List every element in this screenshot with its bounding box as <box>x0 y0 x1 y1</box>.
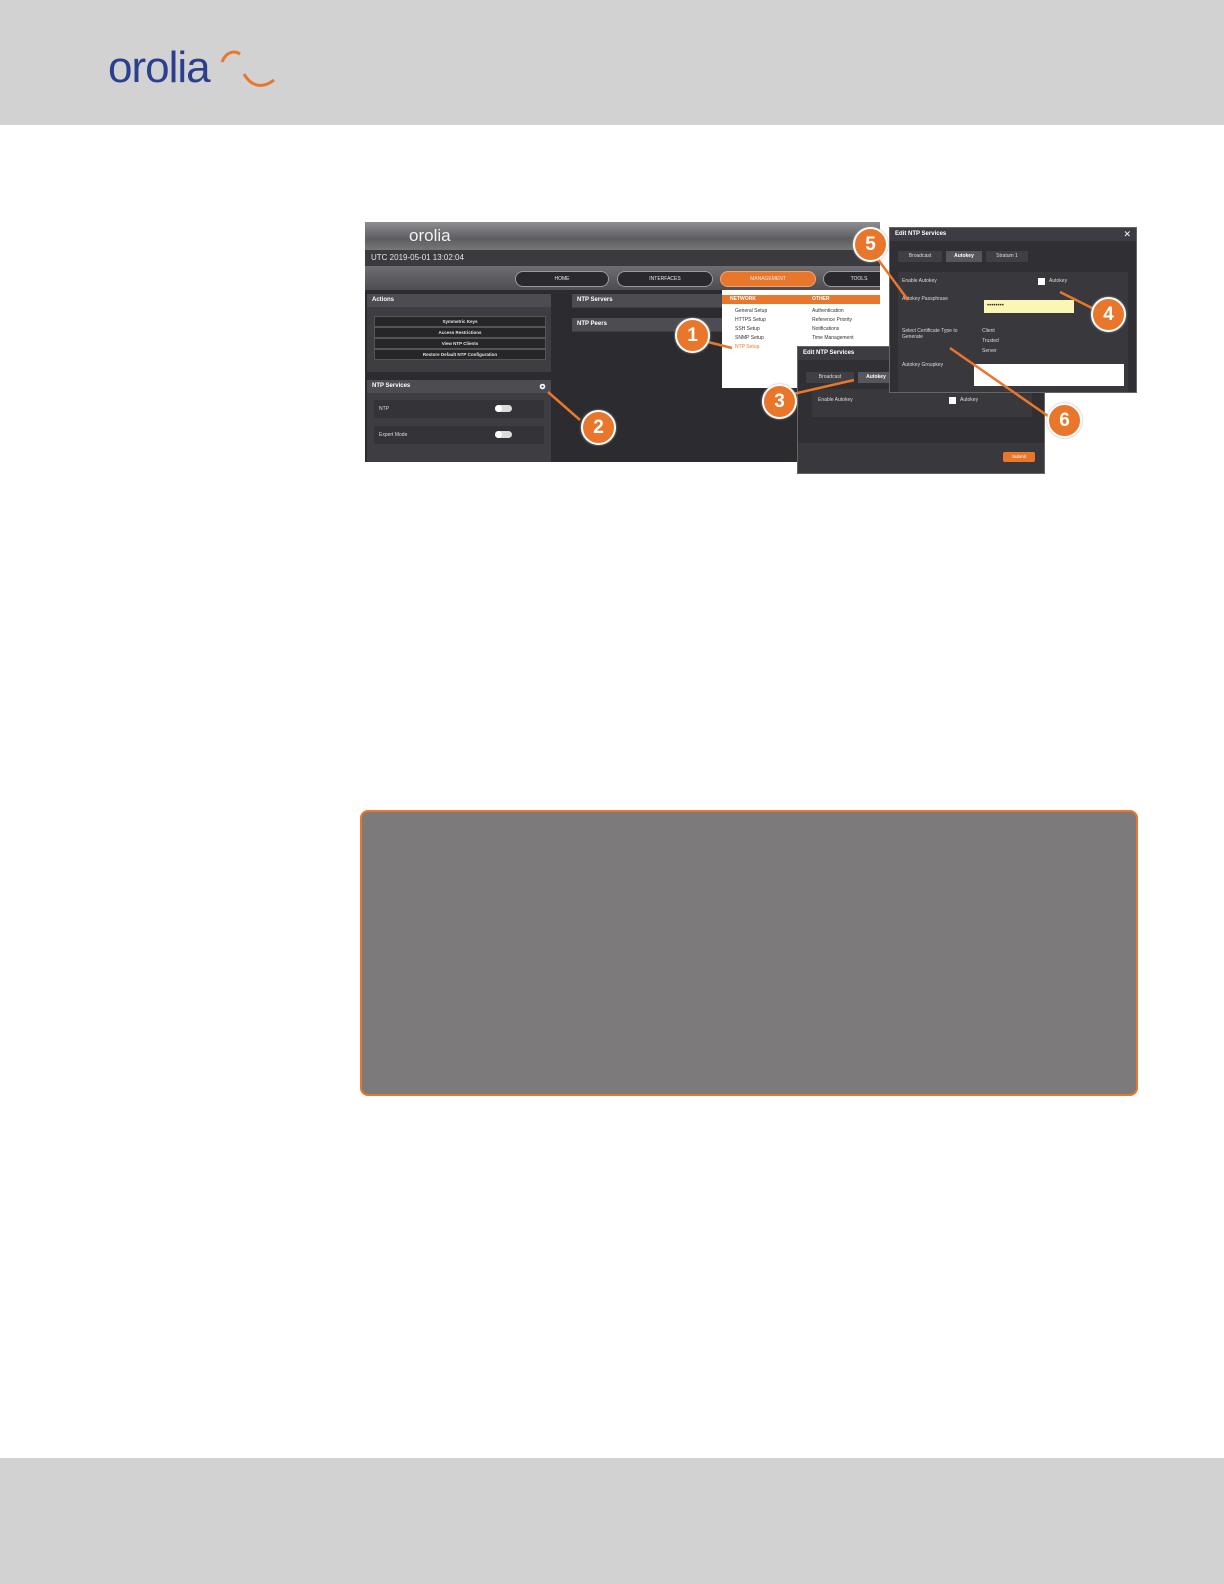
callout-6: 6 <box>1047 403 1082 438</box>
nav-management[interactable]: MANAGEMENT <box>720 271 816 287</box>
view-ntp-clients-button[interactable]: View NTP Clients <box>374 338 546 349</box>
menu-header: NETWORK OTHER <box>722 295 880 304</box>
groupkey-label: Autokey Groupkey <box>902 362 944 368</box>
tab-stratum-1[interactable]: Stratum 1 <box>986 251 1028 262</box>
note-box <box>360 810 1138 1096</box>
main-nav: HOME INTERFACES MANAGEMENT TOOLS <box>365 266 880 290</box>
autokey-checkbox-label: Autokey <box>960 397 979 403</box>
expert-mode-toggle[interactable] <box>495 431 512 438</box>
expert-mode-label: Expert Mode <box>379 432 408 438</box>
cert-type-label: Select Certificate Type to Generate <box>902 328 958 340</box>
submit-label: Submit <box>1011 454 1026 459</box>
tab-broadcast-small[interactable]: Broadcast <box>806 372 854 383</box>
logo-swoosh-icon <box>220 50 275 87</box>
ntp-service-row: NTP <box>374 400 544 418</box>
menu-time-management[interactable]: Time Management <box>812 335 854 341</box>
close-icon[interactable]: ✕ <box>1123 229 1131 240</box>
ntp-services-title: NTP Services <box>367 380 551 393</box>
nav-home[interactable]: HOME <box>515 271 609 287</box>
callout-4: 4 <box>1091 297 1126 332</box>
autokey-form: Enable Autokey Autokey Autokey Passphras… <box>898 272 1128 392</box>
actions-title: Actions <box>367 294 551 307</box>
page-footer <box>0 1458 1224 1584</box>
menu-authentication[interactable]: Authentication <box>812 308 844 314</box>
logo-text: orolia <box>108 43 211 92</box>
passphrase-input[interactable]: •••••••• <box>984 300 1074 313</box>
network-heading: NETWORK <box>730 296 756 302</box>
ntp-label: NTP <box>379 406 389 412</box>
submit-button[interactable]: Submit <box>1003 452 1035 462</box>
other-heading: OTHER <box>812 296 830 302</box>
groupkey-input[interactable] <box>974 364 1124 386</box>
page-header: orolia <box>0 0 1224 125</box>
utc-clock: UTC 2019-05-01 13:02:04 <box>365 250 880 266</box>
menu-snmp-setup[interactable]: SNMP Setup <box>735 335 764 341</box>
autokey-checkbox-checked[interactable] <box>1038 278 1045 285</box>
tab-autokey[interactable]: Autokey <box>946 251 982 262</box>
ntp-servers-panel: NTP Servers <box>572 294 732 308</box>
dialog-large-title: Edit NTP Services <box>890 228 1136 241</box>
callout-5: 5 <box>853 227 888 262</box>
nav-interfaces[interactable]: INTERFACES <box>617 271 713 287</box>
app-logo: orolia <box>409 226 451 245</box>
callout-3: 3 <box>762 384 797 419</box>
menu-ssh-setup[interactable]: SSH Setup <box>735 326 760 332</box>
enable-autokey-label: Enable Autokey <box>902 278 937 284</box>
ntp-servers-title: NTP Servers <box>572 294 732 307</box>
enable-autokey-label: Enable Autokey <box>818 397 853 403</box>
radio-client[interactable]: Client <box>982 328 995 334</box>
ntp-toggle[interactable] <box>495 405 512 412</box>
symmetric-keys-button[interactable]: Symmetric Keys <box>374 316 546 327</box>
menu-reference-priority[interactable]: Reference Priority <box>812 317 852 323</box>
menu-notifications[interactable]: Notifications <box>812 326 839 332</box>
expert-mode-row: Expert Mode <box>374 426 544 444</box>
menu-ntp-setup[interactable]: NTP Setup <box>735 344 759 350</box>
passphrase-label: Autokey Passphrase <box>902 296 948 302</box>
menu-general-setup[interactable]: General Setup <box>735 308 767 314</box>
autokey-checkbox[interactable] <box>949 397 956 404</box>
nav-tools[interactable]: TOOLS <box>823 271 880 287</box>
gear-icon[interactable] <box>539 383 546 390</box>
app-header: orolia <box>365 222 880 250</box>
restore-default-button[interactable]: Restore Default NTP Configuration <box>374 349 546 360</box>
callout-1: 1 <box>675 318 710 353</box>
callout-2: 2 <box>581 410 616 445</box>
tab-broadcast[interactable]: Broadcast <box>898 251 942 262</box>
orolia-logo: orolia <box>108 38 275 98</box>
autokey-checkbox-label: Autokey <box>1049 278 1068 284</box>
radio-trusted[interactable]: Trusted <box>982 338 999 344</box>
access-restrictions-button[interactable]: Access Restrictions <box>374 327 546 338</box>
autokey-row: Enable Autokey Autokey <box>812 389 1032 417</box>
actions-panel: Actions Symmetric Keys Access Restrictio… <box>367 294 551 372</box>
radio-server[interactable]: Server <box>982 348 997 354</box>
menu-https-setup[interactable]: HTTPS Setup <box>735 317 766 323</box>
ntp-services-panel: NTP Services NTP Expert Mode <box>367 380 551 462</box>
